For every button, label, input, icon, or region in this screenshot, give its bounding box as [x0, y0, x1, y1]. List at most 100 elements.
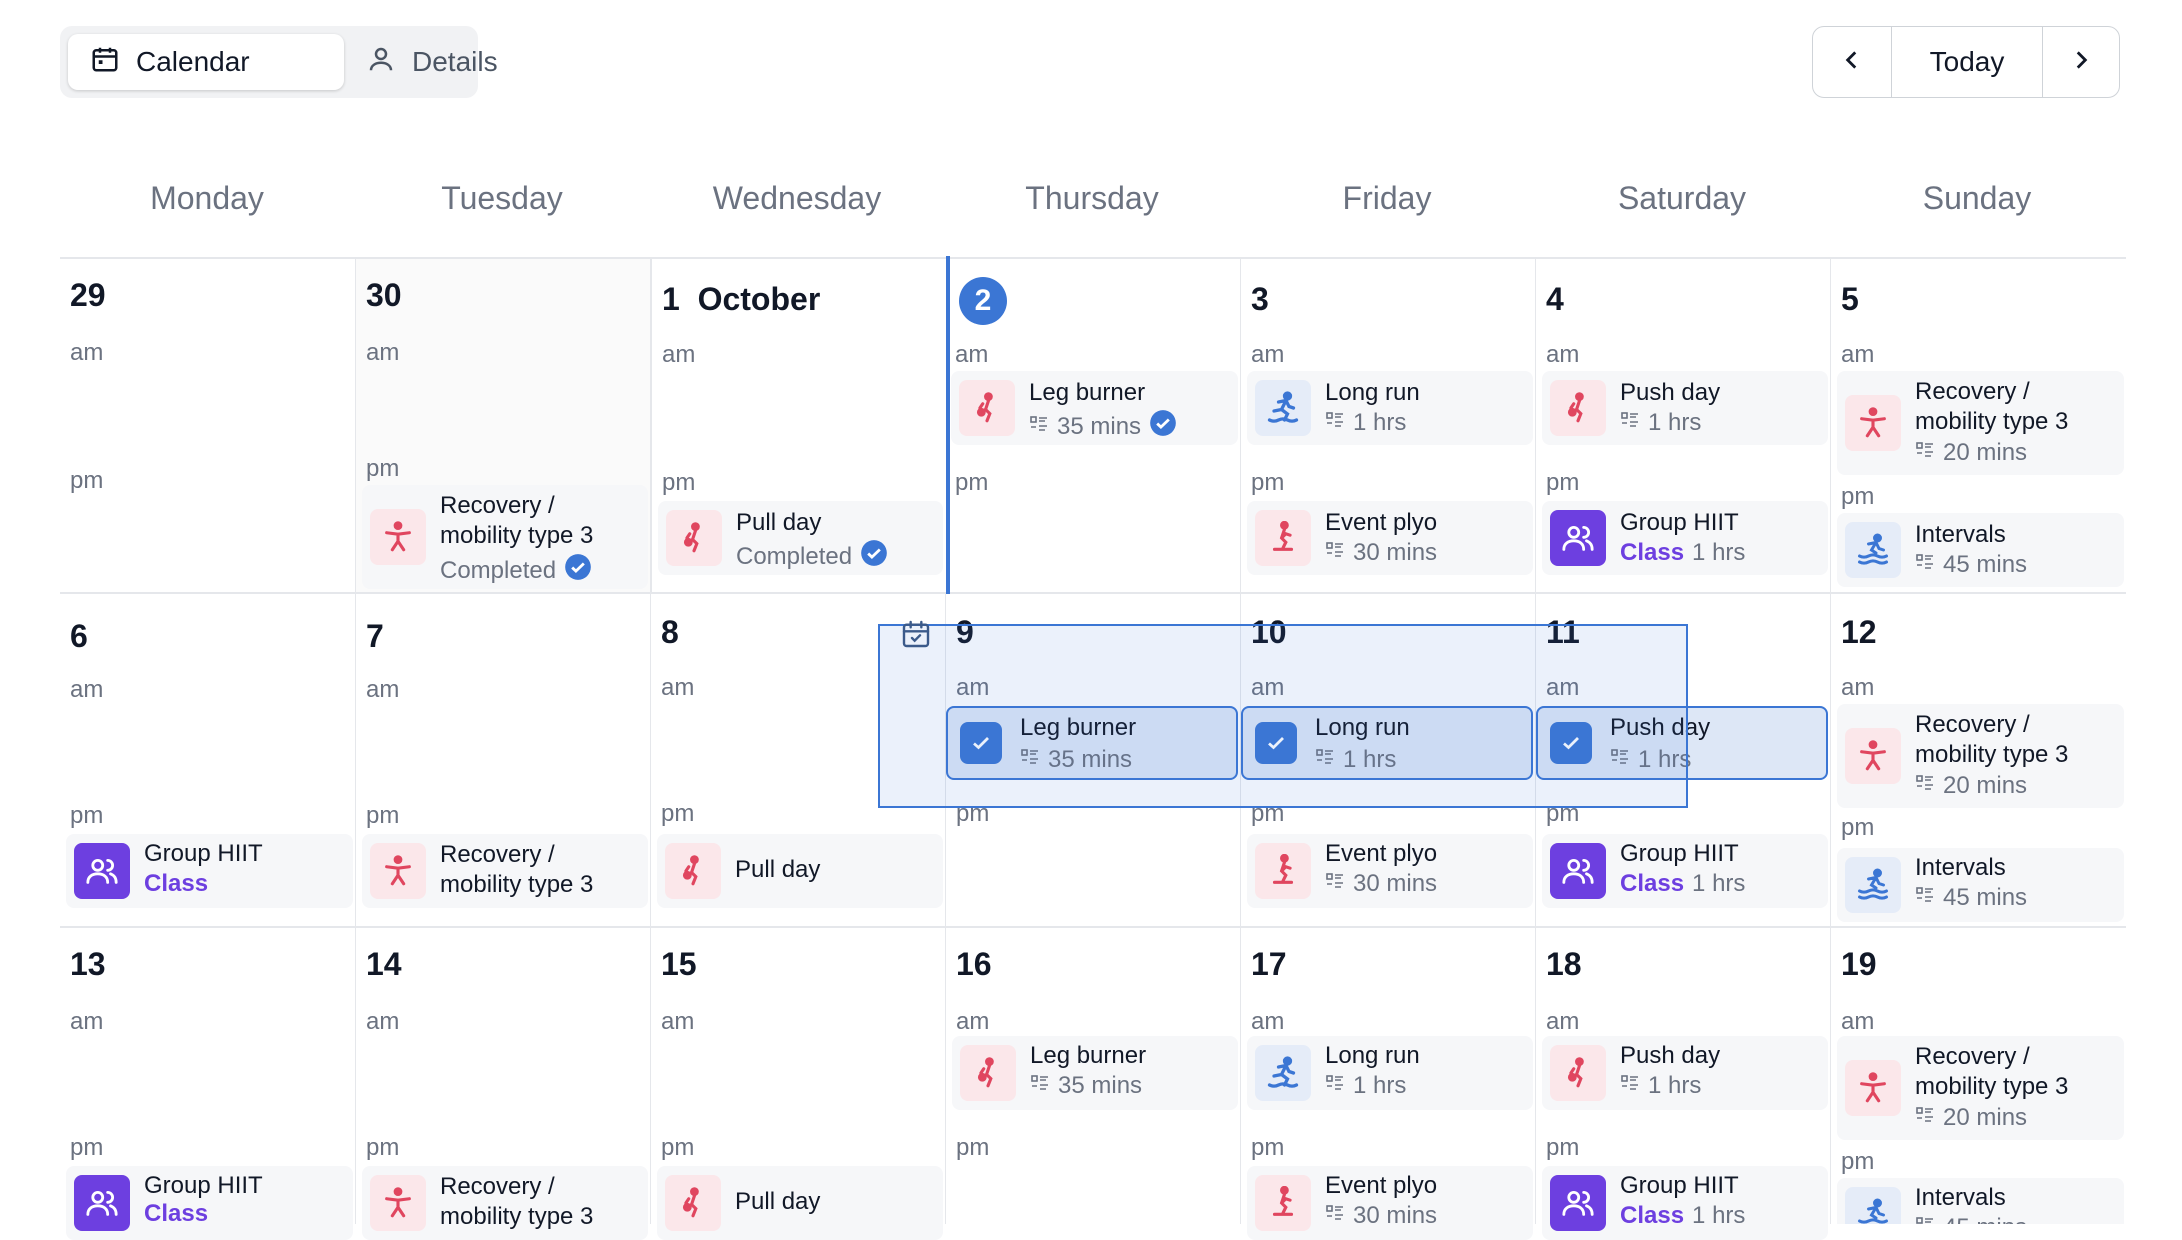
swim-icon — [1845, 857, 1901, 913]
calendar-day-cell[interactable]: 15 am pm Pull day — [650, 928, 945, 1240]
mobility-icon — [1845, 1060, 1901, 1116]
workout-event[interactable]: Recovery / mobility type 3 20 mins — [1837, 371, 2124, 475]
group-icon — [74, 1175, 130, 1231]
class-event[interactable]: Group HIIT Class 1 hrs — [1542, 501, 1828, 575]
workout-event[interactable]: Push day 1 hrs — [1542, 371, 1828, 445]
selected-workout-event[interactable]: Push day 1 hrs — [1536, 706, 1828, 780]
pm-label: pm — [1546, 469, 1580, 496]
today-button[interactable]: Today — [1892, 27, 2043, 97]
event-duration-text: 1 hrs — [1692, 870, 1746, 897]
workout-event[interactable]: Intervals 45 mins — [1837, 513, 2124, 587]
pm-label: pm — [366, 455, 400, 482]
class-tag: Class — [1620, 870, 1685, 897]
group-icon — [74, 843, 130, 899]
event-duration-text: 1 hrs — [1692, 1202, 1746, 1229]
calendar-day-cell[interactable]: 14 am pm Recovery / mobility type 3 — [355, 928, 650, 1240]
class-event[interactable]: Group HIIT Class 1 hrs — [1542, 834, 1828, 908]
event-duration-text: 30 mins — [1353, 539, 1438, 566]
workout-event[interactable]: Recovery / mobility type 3 Completed — [362, 485, 648, 589]
class-event[interactable]: Group HIIT Class — [66, 1166, 353, 1240]
event-title: Intervals — [1915, 854, 2006, 881]
list-icon — [1325, 1072, 1345, 1100]
am-label: am — [70, 339, 104, 366]
previous-button[interactable] — [1813, 27, 1892, 97]
workout-event[interactable]: Recovery / mobility type 3 — [362, 834, 648, 908]
day-number: 10 — [1251, 614, 1287, 650]
event-title: Pull day — [735, 856, 821, 883]
calendar-day-cell[interactable]: 13 am pm Group HIIT Class — [60, 928, 355, 1240]
workout-event[interactable]: Event plyo 30 mins — [1247, 1166, 1533, 1240]
pm-label: pm — [1841, 483, 1875, 510]
tab-calendar[interactable]: Calendar — [68, 34, 344, 90]
calendar-day-cell[interactable]: 19 am pm Recovery / mobility type 3 20 m… — [1830, 928, 2126, 1224]
checkbox-checked-icon[interactable] — [960, 722, 1002, 764]
day-number: 5 — [1841, 281, 1859, 317]
workout-event[interactable]: Intervals 45 mins — [1837, 1178, 2124, 1224]
mobility-icon — [1845, 395, 1901, 451]
pm-label: pm — [1251, 469, 1285, 496]
day-header-monday: Monday — [150, 180, 264, 216]
workout-event[interactable]: Leg burner 35 mins — [952, 1036, 1238, 1110]
workout-event[interactable]: Pull day Completed — [658, 501, 943, 575]
workout-event[interactable]: Intervals 45 mins — [1837, 848, 2124, 922]
calendar-day-cell-today[interactable]: 2 am pm Leg burner 35 mins — [945, 259, 1240, 592]
calendar-day-cell[interactable]: 12 am pm Recovery / mobility type 3 20 m… — [1830, 594, 2126, 926]
am-label: am — [661, 1008, 695, 1035]
checkbox-checked-icon[interactable] — [1550, 722, 1592, 764]
calendar-day-cell[interactable]: 17 am pm Long run 1 hrs Event plyo 30 mi… — [1240, 928, 1535, 1240]
selected-workout-event[interactable]: Leg burner 35 mins — [946, 706, 1238, 780]
pm-label: pm — [661, 800, 695, 827]
calendar-day-cell[interactable]: 16 am pm Leg burner 35 mins — [945, 928, 1240, 1224]
calendar-day-cell[interactable]: 18 am pm Push day 1 hrs Group HIIT Class… — [1535, 928, 1830, 1240]
day-header-saturday: Saturday — [1617, 180, 1747, 216]
checkbox-checked-icon[interactable] — [1255, 722, 1297, 764]
pm-label: pm — [661, 1134, 695, 1161]
am-label: am — [1841, 341, 1875, 368]
event-title: Recovery / mobility type 3 — [1915, 378, 2069, 435]
calendar-day-cell[interactable]: 7 am pm Recovery / mobility type 3 — [355, 594, 650, 926]
calendar-day-cell[interactable]: 4 am pm Push day 1 hrs Group HIIT Class 1… — [1535, 259, 1830, 592]
pm-label: pm — [70, 1134, 104, 1161]
workout-event[interactable]: Recovery / mobility type 3 — [362, 1166, 648, 1240]
workout-event[interactable]: Long run 1 hrs — [1247, 371, 1533, 445]
pm-label: pm — [955, 469, 989, 496]
calendar-day-cell[interactable]: 29 am pm — [60, 259, 355, 592]
workout-event[interactable]: Event plyo 30 mins — [1247, 834, 1533, 908]
pm-label: pm — [1251, 1134, 1285, 1161]
workout-event[interactable]: Leg burner 35 mins — [951, 371, 1238, 445]
event-duration: 35 mins — [1029, 409, 1177, 444]
workout-event[interactable]: Event plyo 30 mins — [1247, 501, 1533, 575]
workout-event[interactable]: Push day 1 hrs — [1542, 1036, 1828, 1110]
event-duration-text: 45 mins — [1943, 551, 2028, 578]
event-duration: 35 mins — [1020, 746, 1132, 774]
selected-workout-event[interactable]: Long run 1 hrs — [1241, 706, 1533, 780]
user-icon — [366, 44, 396, 81]
next-button[interactable] — [2043, 27, 2119, 97]
class-event[interactable]: Group HIIT Class — [66, 834, 353, 908]
event-duration-text: 1 hrs — [1638, 746, 1692, 773]
workout-event[interactable]: Recovery / mobility type 3 20 mins — [1837, 704, 2124, 808]
class-event[interactable]: Group HIIT Class 1 hrs — [1542, 1166, 1828, 1240]
workout-event[interactable]: Recovery / mobility type 3 20 mins — [1837, 1036, 2124, 1140]
calendar-day-cell[interactable]: 30 am pm Recovery / mobility type 3 Comp… — [355, 259, 650, 592]
calendar-day-cell[interactable]: 6 am pm Group HIIT Class — [60, 594, 355, 926]
list-icon — [1620, 409, 1640, 437]
class-tag: Class — [1620, 1202, 1685, 1229]
event-title: Recovery / mobility type 3 — [440, 492, 594, 549]
workout-event[interactable]: Pull day — [657, 1166, 943, 1240]
workout-event[interactable]: Pull day — [657, 834, 943, 908]
list-icon — [1915, 1214, 1935, 1224]
event-duration: 1 hrs — [1620, 1072, 1701, 1100]
calendar-icon — [90, 44, 120, 81]
event-title: Event plyo — [1325, 509, 1438, 536]
workout-event[interactable]: Long run 1 hrs — [1247, 1036, 1533, 1110]
mobility-icon — [370, 843, 426, 899]
event-title: Long run — [1325, 379, 1420, 406]
tab-details[interactable]: Details — [344, 34, 498, 90]
calendar-day-cell[interactable]: 3 am pm Long run 1 hrs Event plyo 30 min… — [1240, 259, 1535, 592]
event-duration-text: 20 mins — [1943, 1104, 2028, 1131]
list-icon — [1915, 772, 1935, 800]
calendar-day-cell[interactable]: 1 October am pm Pull day Completed — [650, 259, 945, 592]
calendar-day-cell[interactable]: 5 am pm Recovery / mobility type 3 20 mi… — [1830, 259, 2126, 592]
list-icon — [1915, 884, 1935, 912]
